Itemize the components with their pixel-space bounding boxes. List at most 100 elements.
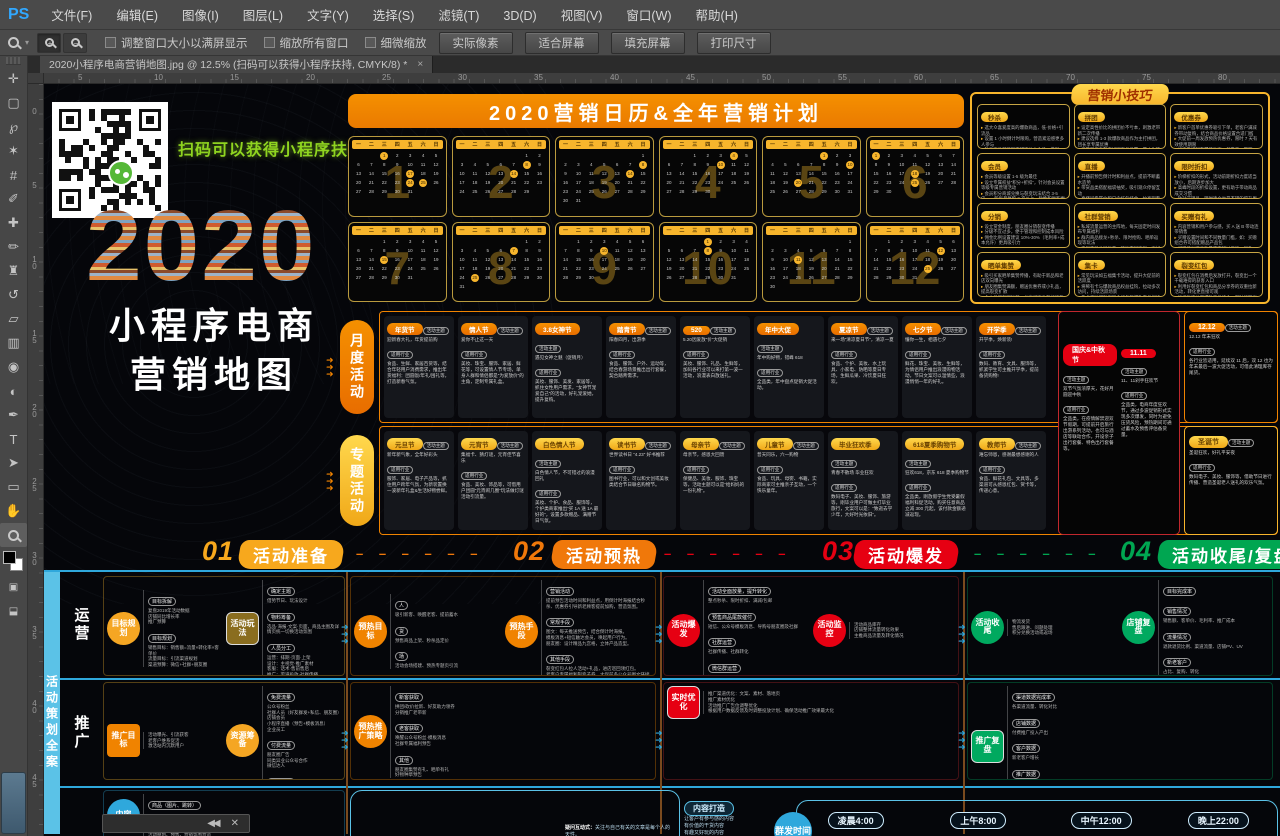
mindmap-group: 预热推广策略新客获取拼团/砍价拉新、好友助力领券分销推广老带新老客获取唤醒公众号…	[354, 686, 652, 778]
day-cell: 27	[494, 187, 507, 196]
menu-item[interactable]: 窗口(W)	[614, 9, 683, 23]
menu-item[interactable]: 文件(F)	[39, 9, 104, 23]
event-card: 夏凉节活动主题来一场“清凉夏日节”，清凉一夏适用行业食品、个护、美妆、水上玩具、…	[828, 316, 898, 418]
industry-text: 食品、服饰、户外、运动等，结合春游场景推出出行套餐，契合踏青需求。	[609, 361, 673, 379]
color-swatches[interactable]	[0, 549, 27, 575]
day-cell: 3	[844, 151, 857, 160]
wechat-icon	[108, 160, 134, 186]
brush-tool[interactable]: ✏	[0, 235, 27, 259]
document-tab[interactable]: 2020小程序电商营销地图.jpg @ 12.5% (扫码可以获得小程序扶持, …	[40, 56, 433, 73]
option-button[interactable]: 实际像素	[439, 32, 513, 54]
zoom-tool-icon	[8, 37, 19, 48]
type-tool[interactable]: T	[0, 427, 27, 451]
quick-mask-button[interactable]: ▣	[0, 575, 27, 599]
path-select-tool[interactable]: ➤	[0, 451, 27, 475]
pen-tool[interactable]: ✒	[0, 403, 27, 427]
mindmap-group: 资源筹备免费流量公众号粉丝社群人员（好友群发+私信、朋友圈）店铺会员小程序直播（…	[226, 686, 341, 780]
healing-brush-tool[interactable]: ✚	[0, 211, 27, 235]
day-cell: 29	[688, 187, 701, 196]
day-cell: 23	[714, 264, 727, 273]
panel-grip[interactable]	[6, 57, 21, 65]
day-cell: 27	[352, 273, 365, 282]
menu-item[interactable]: 图层(L)	[231, 9, 295, 23]
menu-item[interactable]: 图像(I)	[170, 9, 231, 23]
day-cell: 17	[908, 255, 921, 264]
document-canvas[interactable]: 扫码可以获得小程序扶持 2020 小程序电商 营销地图 2020营销日历&全年营…	[44, 84, 1280, 836]
checkbox[interactable]	[105, 37, 116, 48]
branch-item: 借势节日、玩法设计	[267, 598, 341, 604]
crop-tool[interactable]: #	[0, 163, 27, 187]
day-cell: 13	[352, 255, 365, 264]
tip-bullet: ▸ 买赠设置时间和不同数量门槛，如：买赠组合券可搭配赠品产品包	[1174, 235, 1259, 246]
checkbox[interactable]	[264, 37, 275, 48]
vertical-ruler[interactable]: 051 01 52 02 53 03 54 04 5	[28, 84, 44, 836]
day-cell: 12	[481, 255, 494, 264]
weekday-label: 一	[563, 141, 568, 148]
blur-tool[interactable]: ◉	[0, 355, 27, 379]
dodge-tool[interactable]: ◐	[0, 379, 27, 403]
menu-item[interactable]: 选择(S)	[361, 9, 427, 23]
weekday-label: 六	[938, 141, 943, 148]
day-cell: 4	[921, 237, 934, 246]
industry-text: 食品、玩具、母婴、书籍，实际商家可主推亲子互动，一个快乐童年。	[757, 476, 821, 494]
branch-item: 新老客户增长	[1012, 755, 1269, 761]
branch-item: 活动会场搭建、预热专题页引流	[395, 663, 501, 669]
option-button[interactable]: 适合屏幕	[525, 32, 599, 54]
event-card: 白色情人节活动主题白色情人节，不可错过的浪漫回礼适用行业美妆、个护、食品、服饰等…	[532, 431, 602, 530]
zoom-in-button[interactable]: +	[37, 33, 61, 53]
eraser-tool[interactable]: ▱	[0, 307, 27, 331]
move-tool[interactable]: ✛	[0, 67, 27, 91]
month-days: 1234567891011121314151617181920212223242…	[352, 151, 443, 196]
tool-preset-caret-icon[interactable]: ▾	[25, 38, 29, 47]
hand-tool[interactable]: ✋	[0, 499, 27, 523]
checkbox[interactable]	[365, 37, 376, 48]
option-button[interactable]: 打印尺寸	[697, 32, 771, 54]
day-cell: 7	[507, 160, 520, 169]
tab-close-icon[interactable]: ×	[417, 59, 423, 70]
zoom-tool[interactable]	[0, 523, 27, 547]
day-cell: 17	[598, 255, 611, 264]
tip-bullet: ▸ 吸引买家晒单集赞传播，有助于新品和老店双向曝光	[981, 273, 1066, 284]
zoom-out-button[interactable]: −	[63, 33, 87, 53]
magic-wand-tool[interactable]: ✶	[0, 139, 27, 163]
weekday-label: 四	[395, 227, 400, 234]
column-divider	[963, 572, 965, 834]
close-icon[interactable]: ✕	[231, 818, 239, 829]
branch-label: 流量情况	[1163, 633, 1191, 642]
event-title: 教师节	[979, 438, 1015, 450]
foreground-color-swatch[interactable]	[3, 551, 16, 564]
marquee-tool[interactable]: ▢	[0, 91, 27, 115]
day-cell: 28	[559, 273, 572, 282]
menu-item[interactable]: 滤镜(T)	[426, 9, 491, 23]
event-title: 618夏季购物节	[905, 438, 964, 450]
menu-item[interactable]: 文字(Y)	[295, 9, 361, 23]
lasso-tool[interactable]: ℘	[0, 115, 27, 139]
day-cell: 27	[818, 273, 831, 282]
option-button[interactable]: 填充屏幕	[611, 32, 685, 54]
screen-mode-button[interactable]: ⬓	[0, 599, 27, 623]
menu-item[interactable]: 视图(V)	[549, 9, 615, 23]
day-cell: 27	[947, 264, 960, 273]
day-cell: 11	[417, 246, 430, 255]
history-brush-tool[interactable]: ↺	[0, 283, 27, 307]
branch-label: 客户数据	[1012, 744, 1040, 753]
industry-key: 适用行业	[757, 466, 783, 474]
weekday-label: 五	[718, 227, 723, 234]
horizontal-ruler[interactable]: 5101520253035404550556065707580	[28, 73, 1280, 84]
shape-tool[interactable]: ▭	[0, 475, 27, 499]
menu-item[interactable]: 帮助(H)	[684, 9, 750, 23]
menu-item[interactable]: 编辑(E)	[104, 9, 170, 23]
clone-stamp-tool[interactable]: ♜	[0, 259, 27, 283]
theme-key: 活动主题	[1015, 327, 1041, 335]
gradient-tool[interactable]: ▥	[0, 331, 27, 355]
branch-label: 其他	[395, 756, 413, 765]
menu-item[interactable]: 3D(D)	[491, 9, 548, 23]
event-card: 元宵节活动主题集福卡、猜灯谜，元宵佳节喜乐适用行业食品、美妆、饰品等，可借用户团…	[458, 431, 528, 530]
mindmap-node: 活动爆发	[667, 614, 700, 647]
collapse-icon[interactable]: ◀◀	[207, 818, 218, 829]
theme-key: 活动主题	[1228, 439, 1254, 447]
day-cell: 15	[637, 169, 650, 178]
eyedropper-tool[interactable]: ✐	[0, 187, 27, 211]
weekday-label: 六	[628, 141, 633, 148]
event-title: 夏凉节	[831, 323, 867, 335]
